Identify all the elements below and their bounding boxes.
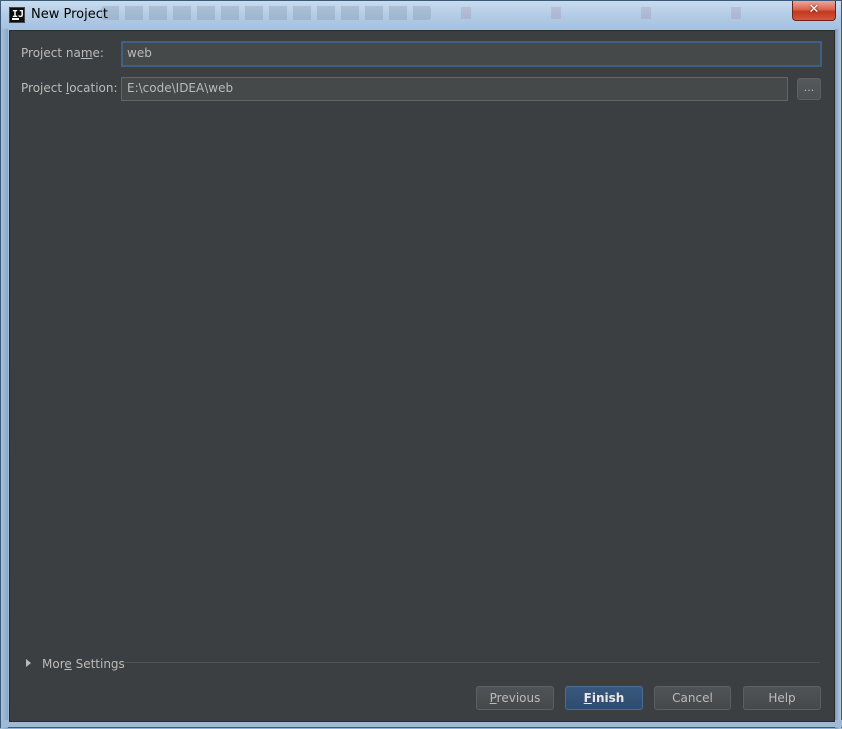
project-location-label-part: Project [21, 81, 66, 95]
project-name-label-part: e: [92, 46, 104, 60]
window-right-border [835, 29, 841, 729]
previous-mnemonic: P [489, 691, 497, 705]
project-location-input[interactable]: E:\code\IDEA\web [121, 77, 788, 101]
finish-label: inish [591, 691, 625, 705]
more-settings-label-mnemonic: e [64, 657, 72, 671]
more-settings-label-part: Mor [42, 657, 65, 671]
new-project-window: IJ New Project ✕ Project name: web Proje… [0, 0, 842, 729]
project-name-label-mnemonic: m [80, 46, 93, 60]
previous-label: revious [496, 691, 541, 705]
previous-button[interactable]: Previous [476, 686, 554, 710]
background-window-title [101, 6, 431, 20]
background-window-decor [461, 7, 761, 19]
help-label: Help [768, 691, 796, 705]
project-location-label: Project location: [21, 81, 118, 95]
cancel-button[interactable]: Cancel [654, 686, 731, 710]
project-name-value: web [127, 46, 152, 60]
finish-mnemonic: F [583, 691, 592, 705]
expand-triangle-icon [26, 659, 31, 667]
browse-location-button[interactable]: ... [797, 78, 821, 100]
help-button[interactable]: Help [743, 686, 821, 710]
more-settings-label: More Settings [42, 657, 125, 671]
project-name-label: Project name: [21, 46, 104, 60]
project-location-value: E:\code\IDEA\web [127, 81, 234, 95]
dialog-content: Project name: web Project location: E:\c… [9, 30, 835, 722]
window-left-border [1, 29, 8, 729]
close-button[interactable]: ✕ [792, 1, 836, 21]
project-name-input[interactable]: web [121, 41, 822, 67]
cancel-label: Cancel [672, 691, 713, 705]
close-icon: ✕ [808, 2, 820, 17]
window-title: New Project [31, 7, 108, 22]
project-name-label-part: Project na [21, 46, 81, 60]
more-settings-separator [122, 662, 820, 663]
browse-ellipsis-icon: ... [803, 81, 815, 94]
finish-button[interactable]: Finish [565, 686, 643, 710]
project-location-label-part: ocation: [69, 81, 118, 95]
app-icon-text: IJ [12, 9, 25, 20]
intellij-app-icon: IJ [9, 7, 25, 23]
more-settings-label-part: Settings [71, 657, 125, 671]
title-bar[interactable]: IJ New Project ✕ [1, 1, 841, 29]
